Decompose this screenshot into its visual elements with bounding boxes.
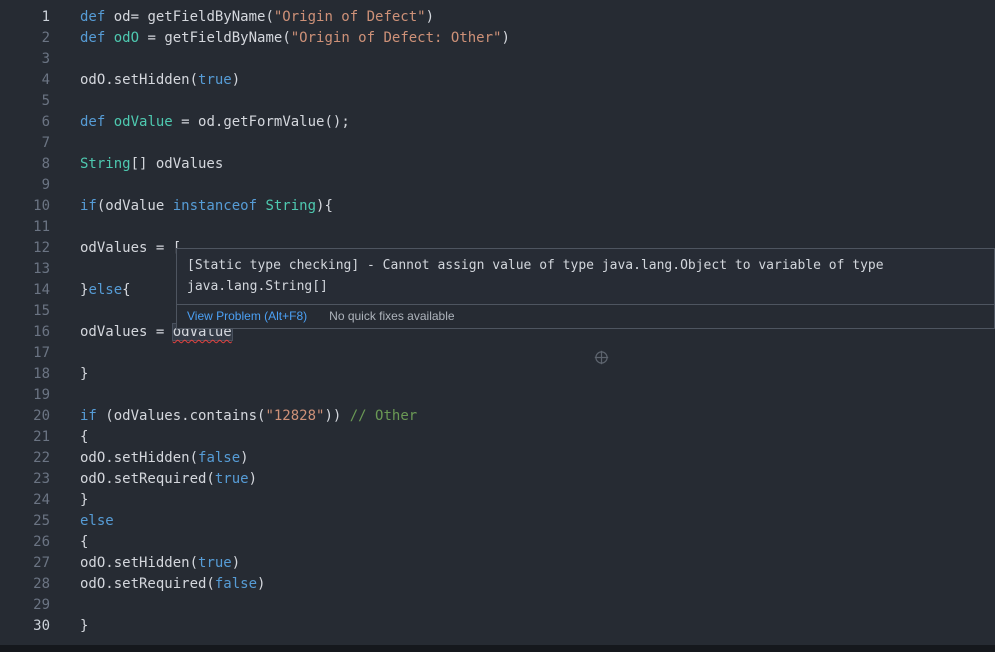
code-line[interactable]: 22odO.setHidden(false) bbox=[0, 448, 995, 469]
no-quick-fixes-text: No quick fixes available bbox=[329, 309, 454, 323]
code-line[interactable]: 2def odO = getFieldByName("Origin of Def… bbox=[0, 28, 995, 49]
code-line-text: if(odValue instanceof String){ bbox=[50, 196, 333, 217]
code-line-text: odO.setRequired(false) bbox=[50, 574, 265, 595]
code-line[interactable]: 21{ bbox=[0, 427, 995, 448]
code-line[interactable]: 24} bbox=[0, 490, 995, 511]
hover-tooltip: [Static type checking] - Cannot assign v… bbox=[176, 248, 995, 329]
code-line-text bbox=[50, 49, 80, 70]
code-line[interactable]: 25else bbox=[0, 511, 995, 532]
code-line-text: odO.setRequired(true) bbox=[50, 469, 257, 490]
code-line[interactable]: 11 bbox=[0, 217, 995, 238]
line-number[interactable]: 11 bbox=[0, 217, 50, 238]
code-line-text bbox=[50, 595, 80, 616]
code-line-text bbox=[50, 259, 80, 280]
line-number[interactable]: 4 bbox=[0, 70, 50, 91]
view-problem-link[interactable]: View Problem (Alt+F8) bbox=[187, 309, 307, 323]
code-line-text bbox=[50, 385, 80, 406]
code-line-text: odO.setHidden(true) bbox=[50, 553, 240, 574]
code-line-text: { bbox=[50, 427, 88, 448]
code-line[interactable]: 10if(odValue instanceof String){ bbox=[0, 196, 995, 217]
code-line[interactable]: 3 bbox=[0, 49, 995, 70]
code-line-text: def od= getFieldByName("Origin of Defect… bbox=[50, 7, 434, 28]
line-number[interactable]: 6 bbox=[0, 112, 50, 133]
code-line[interactable]: 5 bbox=[0, 91, 995, 112]
code-line-text: } bbox=[50, 616, 88, 637]
code-line-text bbox=[50, 343, 80, 364]
code-line[interactable]: 7 bbox=[0, 133, 995, 154]
line-number[interactable]: 18 bbox=[0, 364, 50, 385]
code-line-text: odO.setHidden(true) bbox=[50, 70, 240, 91]
line-number[interactable]: 21 bbox=[0, 427, 50, 448]
line-number[interactable]: 26 bbox=[0, 532, 50, 553]
line-number[interactable]: 24 bbox=[0, 490, 50, 511]
code-line-text: else bbox=[50, 511, 114, 532]
line-number[interactable]: 3 bbox=[0, 49, 50, 70]
line-number[interactable]: 7 bbox=[0, 133, 50, 154]
code-editor[interactable]: 1def od= getFieldByName("Origin of Defec… bbox=[0, 0, 995, 652]
code-line-text: odValues = [ bbox=[50, 238, 181, 259]
code-line[interactable]: 28odO.setRequired(false) bbox=[0, 574, 995, 595]
code-line[interactable]: 8String[] odValues bbox=[0, 154, 995, 175]
hover-status-bar: View Problem (Alt+F8) No quick fixes ava… bbox=[177, 304, 994, 328]
line-number[interactable]: 28 bbox=[0, 574, 50, 595]
line-number[interactable]: 8 bbox=[0, 154, 50, 175]
code-line-text: } bbox=[50, 490, 88, 511]
code-line[interactable]: 29 bbox=[0, 595, 995, 616]
code-line[interactable]: 17 bbox=[0, 343, 995, 364]
code-line[interactable]: 18} bbox=[0, 364, 995, 385]
code-line[interactable]: 9 bbox=[0, 175, 995, 196]
line-number[interactable]: 5 bbox=[0, 91, 50, 112]
line-number[interactable]: 22 bbox=[0, 448, 50, 469]
line-number[interactable]: 9 bbox=[0, 175, 50, 196]
line-number[interactable]: 12 bbox=[0, 238, 50, 259]
code-line[interactable]: 27odO.setHidden(true) bbox=[0, 553, 995, 574]
line-number[interactable]: 2 bbox=[0, 28, 50, 49]
line-number[interactable]: 23 bbox=[0, 469, 50, 490]
crosshair-icon bbox=[594, 350, 609, 365]
line-number[interactable]: 1 bbox=[0, 7, 50, 28]
line-number[interactable]: 27 bbox=[0, 553, 50, 574]
code-line-text bbox=[50, 301, 80, 322]
code-line-text: odO.setHidden(false) bbox=[50, 448, 249, 469]
code-line-text bbox=[50, 91, 80, 112]
line-number[interactable]: 16 bbox=[0, 322, 50, 343]
line-number[interactable]: 15 bbox=[0, 301, 50, 322]
code-line-text: if (odValues.contains("12828")) // Other bbox=[50, 406, 417, 427]
code-line-text bbox=[50, 133, 80, 154]
code-line[interactable]: 30} bbox=[0, 616, 995, 637]
line-number[interactable]: 19 bbox=[0, 385, 50, 406]
code-line[interactable]: 23odO.setRequired(true) bbox=[0, 469, 995, 490]
code-line[interactable]: 4odO.setHidden(true) bbox=[0, 70, 995, 91]
code-line[interactable]: 1def od= getFieldByName("Origin of Defec… bbox=[0, 7, 995, 28]
code-line-text: } bbox=[50, 364, 88, 385]
code-line-text: String[] odValues bbox=[50, 154, 223, 175]
line-number[interactable]: 14 bbox=[0, 280, 50, 301]
code-line-text: { bbox=[50, 532, 88, 553]
line-number[interactable]: 13 bbox=[0, 259, 50, 280]
code-line[interactable]: 6def odValue = od.getFormValue(); bbox=[0, 112, 995, 133]
line-number[interactable]: 25 bbox=[0, 511, 50, 532]
code-line-text: def odValue = od.getFormValue(); bbox=[50, 112, 350, 133]
line-number[interactable]: 29 bbox=[0, 595, 50, 616]
code-line[interactable]: 20if (odValues.contains("12828")) // Oth… bbox=[0, 406, 995, 427]
line-number[interactable]: 30 bbox=[0, 616, 50, 637]
code-line[interactable]: 19 bbox=[0, 385, 995, 406]
code-line-text bbox=[50, 217, 80, 238]
line-number[interactable]: 17 bbox=[0, 343, 50, 364]
code-line-text bbox=[50, 175, 80, 196]
hover-error-message: [Static type checking] - Cannot assign v… bbox=[177, 249, 994, 304]
line-number[interactable]: 10 bbox=[0, 196, 50, 217]
line-number[interactable]: 20 bbox=[0, 406, 50, 427]
code-line-text: }else{ bbox=[50, 280, 131, 301]
editor-bottom-edge bbox=[0, 645, 995, 652]
code-line-text: def odO = getFieldByName("Origin of Defe… bbox=[50, 28, 510, 49]
code-line[interactable]: 26{ bbox=[0, 532, 995, 553]
